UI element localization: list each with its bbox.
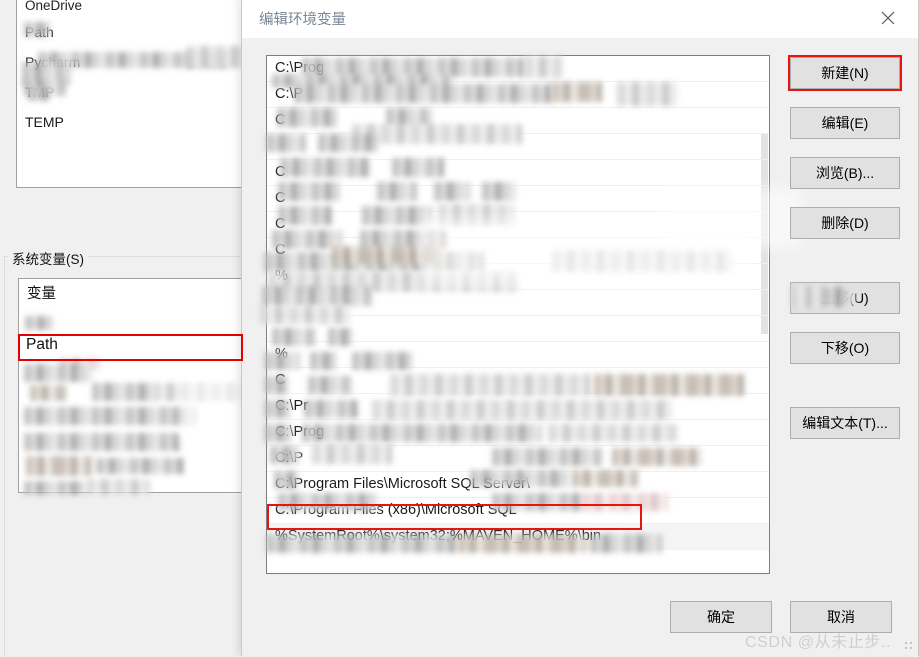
redaction-blur: [318, 134, 378, 152]
redaction-blur: [294, 84, 552, 103]
user-variables-first-row: OneDrive: [25, 0, 83, 13]
redaction-blur: [262, 286, 372, 306]
redaction-blur: [482, 182, 516, 201]
redaction-blur: [458, 534, 586, 553]
dialog-titlebar: 编辑环境变量: [242, 0, 918, 38]
browse-button-label: 浏览(B)...: [815, 165, 875, 181]
ok-button-label: 确定: [707, 609, 735, 625]
redaction-blur: [310, 352, 336, 370]
redaction-blur: [434, 182, 470, 201]
redaction-blur: [24, 407, 196, 425]
redaction-blur: [332, 246, 442, 264]
redaction-blur: [390, 374, 590, 396]
close-icon[interactable]: [866, 2, 910, 34]
redaction-blur: [24, 22, 50, 37]
redaction-blur: [548, 424, 678, 442]
edit-environment-variable-dialog: 编辑环境变量 C:\Prog C:\P C C C C C % % C: [241, 0, 919, 657]
move-down-button[interactable]: 下移(O): [790, 332, 900, 364]
redaction-blur: [186, 46, 244, 68]
redaction-blur: [92, 383, 152, 401]
redaction-blur: [552, 250, 732, 272]
redaction-blur: [392, 158, 444, 177]
redaction-blur: [274, 471, 298, 489]
redaction-blur: [264, 400, 290, 418]
redaction-blur: [266, 134, 306, 152]
redaction-blur: [304, 400, 358, 418]
edit-text-button-label: 编辑文本(T)...: [802, 415, 888, 431]
redaction-blur: [362, 206, 432, 225]
redaction-blur: [278, 206, 332, 225]
redaction-blur: [617, 82, 677, 106]
redaction-blur: [266, 534, 456, 553]
ok-button[interactable]: 确定: [670, 601, 772, 633]
redaction-blur: [377, 182, 417, 201]
redaction-blur: [272, 328, 316, 346]
redaction-blur: [612, 448, 702, 466]
redaction-blur: [277, 108, 337, 127]
background-left-column: OneDrive Path Pycharm TMP TEMP 系统变量(S): [0, 0, 260, 656]
redaction-blur: [278, 182, 340, 201]
list-item[interactable]: TEMP: [17, 107, 241, 137]
new-button[interactable]: 新建(N): [790, 57, 900, 89]
redaction-blur: [308, 376, 352, 394]
new-button-label: 新建(N): [821, 65, 869, 81]
redaction-blur: [152, 383, 244, 401]
system-variable-path-label: Path: [26, 336, 58, 353]
edit-button-label: 编辑(E): [821, 115, 869, 131]
resize-grip-icon[interactable]: [904, 641, 916, 653]
redaction-blur: [25, 316, 53, 330]
redaction-blur: [264, 376, 288, 394]
redaction-blur: [822, 288, 856, 306]
browse-button[interactable]: 浏览(B)...: [790, 157, 900, 189]
system-variables-label: 系统变量(S): [8, 248, 88, 268]
redaction-blur: [86, 479, 150, 495]
move-down-button-label: 下移(O): [820, 340, 870, 356]
dialog-title: 编辑环境变量: [259, 12, 346, 28]
redaction-blur: [372, 400, 672, 420]
redaction-blur: [590, 534, 662, 553]
list-item[interactable]: Path: [17, 17, 241, 47]
redaction-blur: [492, 448, 602, 466]
redaction-blur: [264, 424, 292, 442]
table-row[interactable]: C: [267, 212, 769, 238]
cancel-button-label: 取消: [827, 609, 855, 625]
edit-text-button[interactable]: 编辑文本(T)...: [790, 407, 900, 439]
redaction-blur: [438, 204, 514, 226]
redaction-blur: [28, 88, 50, 101]
cancel-button[interactable]: 取消: [790, 601, 892, 633]
delete-button[interactable]: 删除(D): [790, 207, 900, 239]
redaction-blur: [552, 82, 602, 102]
redaction-blur: [270, 446, 300, 464]
redaction-blur: [24, 364, 92, 382]
redaction-blur: [352, 352, 412, 370]
redaction-blur: [594, 374, 744, 396]
table-row[interactable]: [267, 550, 769, 573]
redaction-blur: [524, 56, 562, 78]
redaction-blur: [312, 444, 392, 464]
redaction-blur: [30, 385, 66, 401]
user-variable-name-temp: TEMP: [25, 114, 64, 130]
redaction-blur: [278, 493, 378, 511]
dialog-body: C:\Prog C:\P C C C C C % % C C:\Pr C:\Pr…: [242, 38, 918, 657]
redaction-blur: [26, 456, 92, 476]
redaction-blur: [260, 306, 350, 324]
column-header-variable: 变量: [27, 286, 56, 302]
redaction-blur: [492, 493, 582, 511]
redaction-blur: [280, 158, 370, 177]
redaction-blur: [582, 493, 668, 511]
delete-button-label: 删除(D): [821, 215, 869, 231]
redaction-blur: [96, 458, 184, 474]
redaction-blur: [572, 470, 638, 487]
redaction-blur: [328, 328, 352, 346]
edit-button[interactable]: 编辑(E): [790, 107, 900, 139]
redaction-blur: [302, 424, 542, 442]
redaction-blur: [24, 481, 84, 495]
redaction-blur: [470, 470, 570, 487]
redaction-blur: [24, 433, 180, 451]
redaction-blur: [264, 352, 300, 370]
table-row[interactable]: C: [267, 186, 769, 212]
